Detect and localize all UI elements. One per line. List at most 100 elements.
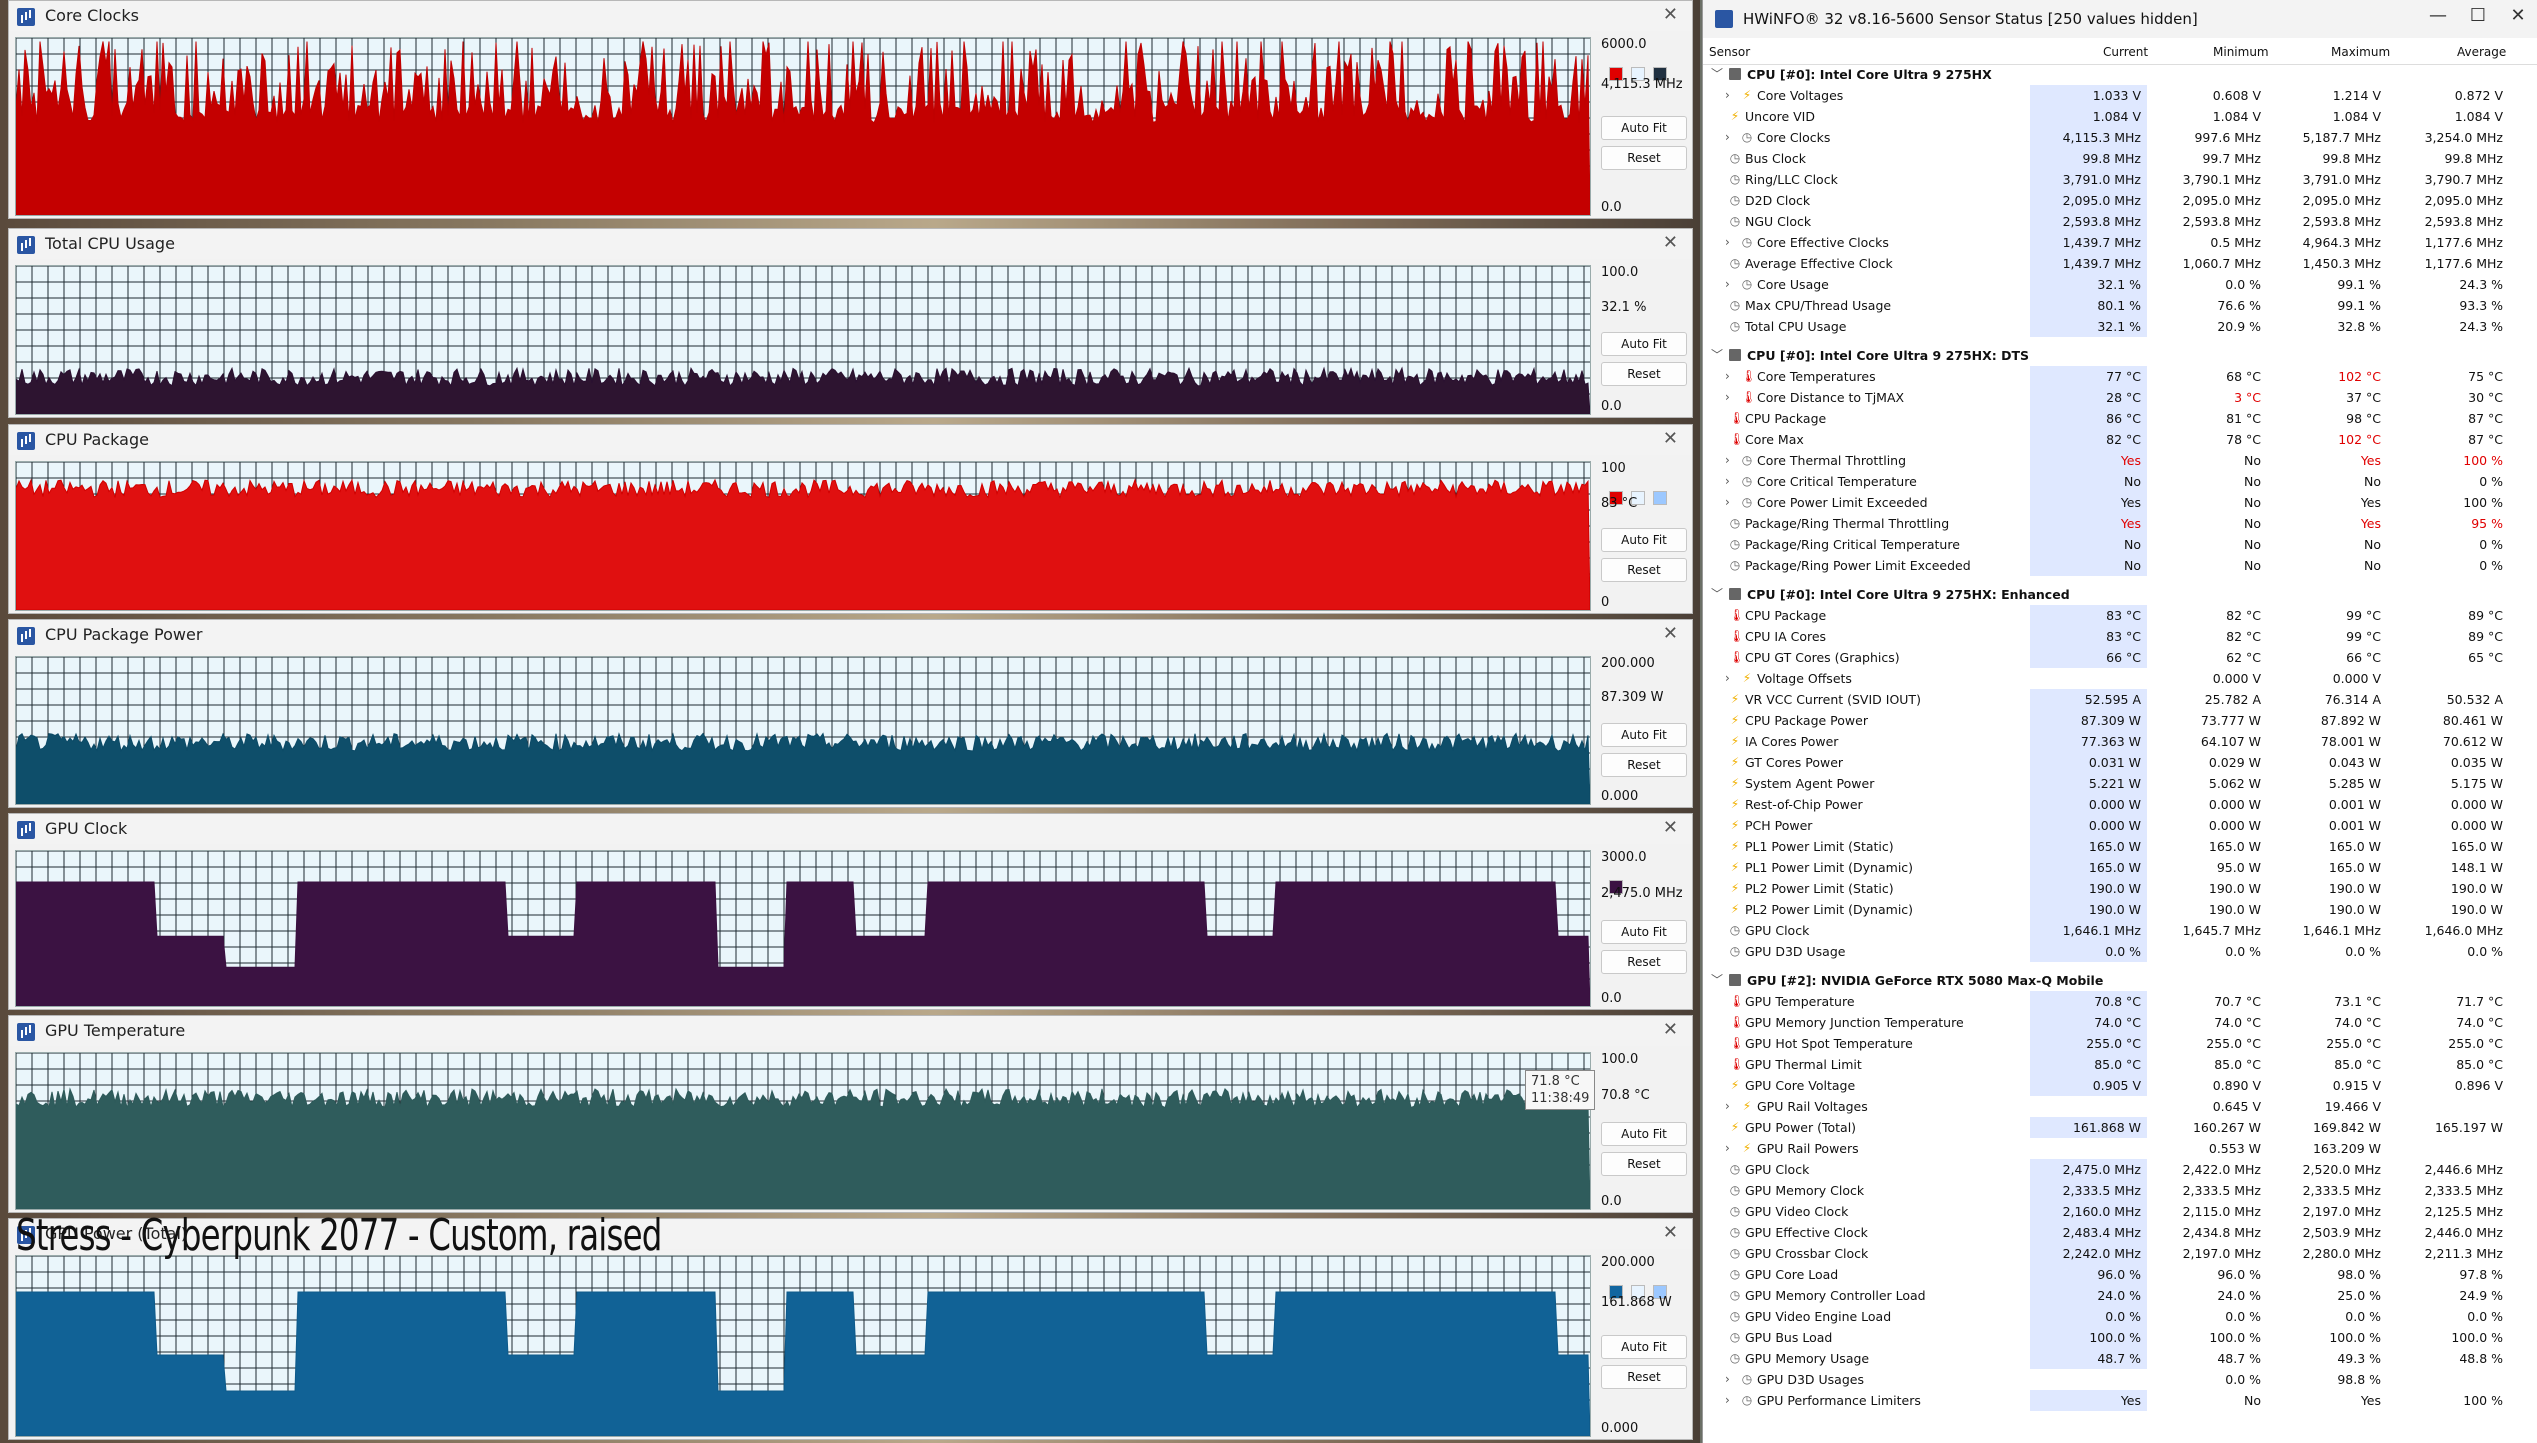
sensor-group-header[interactable]: ﹀ CPU [#0]: Intel Core Ultra 9 275HX <box>1703 64 2537 85</box>
sensor-row[interactable]: › 🌡 Core Distance to TjMAX 28 °C 3 °C 37 °C 30… <box>1703 387 2537 408</box>
sensor-row[interactable]: ⚡ GPU Power (Total) 161.868 W 160.267 W 169.… <box>1703 1117 2537 1138</box>
reset-button[interactable]: Reset <box>1601 1365 1687 1389</box>
color-swatch[interactable] <box>1653 491 1667 505</box>
expand-chevron-icon[interactable]: › <box>1725 1096 1730 1117</box>
sensor-row[interactable]: › ⚡ Voltage Offsets 0.000 V 0.000 V <box>1703 668 2537 689</box>
sensor-row[interactable]: ◷ Ring/LLC Clock 3,791.0 MHz 3,790.1 MHz 3,7… <box>1703 169 2537 190</box>
expand-chevron-icon[interactable]: › <box>1725 274 1730 295</box>
expand-chevron-icon[interactable]: › <box>1725 85 1730 106</box>
sensor-row[interactable]: ⚡ System Agent Power 5.221 W 5.062 W 5.285 W… <box>1703 773 2537 794</box>
sensor-row[interactable]: ◷ GPU Video Clock 2,160.0 MHz 2,115.0 MHz 2,… <box>1703 1201 2537 1222</box>
sensor-row[interactable]: ◷ GPU Clock 2,475.0 MHz 2,422.0 MHz 2,520.0 … <box>1703 1159 2537 1180</box>
sensor-row[interactable]: 🌡 GPU Memory Junction Temperature 74.0 °C 7… <box>1703 1012 2537 1033</box>
auto-fit-button[interactable]: Auto Fit <box>1601 332 1687 357</box>
sensor-row[interactable]: ◷ GPU Crossbar Clock 2,242.0 MHz 2,197.0 MH… <box>1703 1243 2537 1264</box>
close-button[interactable]: ✕ <box>2498 5 2537 26</box>
sensor-row[interactable]: ⚡ PL2 Power Limit (Dynamic) 190.0 W 190.0 W… <box>1703 899 2537 920</box>
reset-button[interactable]: Reset <box>1601 145 1687 170</box>
sensor-row[interactable]: ◷ Average Effective Clock 1,439.7 MHz 1,060… <box>1703 253 2537 274</box>
sensor-row[interactable]: 🌡 CPU IA Cores 83 °C 82 °C 99 °C 89 °C <box>1703 626 2537 647</box>
col-minimum[interactable]: Minimum <box>2213 45 2269 59</box>
close-icon[interactable]: ✕ <box>1663 1222 1678 1243</box>
expand-chevron-icon[interactable]: › <box>1725 232 1730 253</box>
auto-fit-button[interactable]: Auto Fit <box>1601 1122 1687 1147</box>
reset-button[interactable]: Reset <box>1601 1152 1687 1177</box>
sensor-row[interactable]: › ⚡ GPU Rail Powers 0.553 W 163.209 W <box>1703 1138 2537 1159</box>
close-icon[interactable]: ✕ <box>1663 1019 1678 1040</box>
sensor-row[interactable]: ◷ GPU Memory Controller Load 24.0 % 24.0 % 2… <box>1703 1285 2537 1306</box>
close-icon[interactable]: ✕ <box>1663 4 1678 25</box>
sensor-group-header[interactable]: ﹀ CPU [#0]: Intel Core Ultra 9 275HX: Enh… <box>1703 584 2537 605</box>
expand-chevron-icon[interactable]: › <box>1725 1390 1730 1411</box>
close-icon[interactable]: ✕ <box>1663 623 1678 644</box>
sensor-row[interactable]: ◷ Bus Clock 99.8 MHz 99.7 MHz 99.8 MHz 99.8 M… <box>1703 148 2537 169</box>
auto-fit-button[interactable]: Auto Fit <box>1601 722 1687 747</box>
sensor-row[interactable]: › ◷ Core Clocks 4,115.3 MHz 997.6 MHz 5,187.7… <box>1703 127 2537 148</box>
sensor-row[interactable]: ◷ Max CPU/Thread Usage 80.1 % 76.6 % 99.1 % 9… <box>1703 295 2537 316</box>
sensor-row[interactable]: ◷ GPU Memory Clock 2,333.5 MHz 2,333.5 MHz 2… <box>1703 1180 2537 1201</box>
col-average[interactable]: Average <box>2457 45 2506 59</box>
sensor-row[interactable]: ⚡ GT Cores Power 0.031 W 0.029 W 0.043 W 0.03… <box>1703 752 2537 773</box>
sensor-row[interactable]: ◷ Total CPU Usage 32.1 % 20.9 % 32.8 % 24.3 % <box>1703 316 2537 337</box>
sensor-row[interactable]: ◷ GPU Memory Usage 48.7 % 48.7 % 49.3 % 48.8 … <box>1703 1348 2537 1369</box>
sensor-row[interactable]: › ◷ Core Critical Temperature No No No 0 % <box>1703 471 2537 492</box>
auto-fit-button[interactable]: Auto Fit <box>1601 115 1687 140</box>
expand-chevron-icon[interactable]: › <box>1725 366 1730 387</box>
close-icon[interactable]: ✕ <box>1663 232 1678 253</box>
sensor-row[interactable]: › ◷ Core Usage 32.1 % 0.0 % 99.1 % 24.3 % <box>1703 274 2537 295</box>
sensor-row[interactable]: › ⚡ GPU Rail Voltages 0.645 V 19.466 V <box>1703 1096 2537 1117</box>
sensor-row[interactable]: › 🌡 Core Temperatures 77 °C 68 °C 102 °C 75 °C <box>1703 366 2537 387</box>
reset-button[interactable]: Reset <box>1601 558 1687 583</box>
collapse-chevron-icon[interactable]: ﹀ <box>1711 64 1723 85</box>
sensor-row[interactable]: ⚡ Rest-of-Chip Power 0.000 W 0.000 W 0.001 W… <box>1703 794 2537 815</box>
expand-chevron-icon[interactable]: › <box>1725 387 1730 408</box>
sensor-row[interactable]: 🌡 Core Max 82 °C 78 °C 102 °C 87 °C <box>1703 429 2537 450</box>
sensor-row[interactable]: ⚡ PL1 Power Limit (Dynamic) 165.0 W 95.0 W 1… <box>1703 857 2537 878</box>
close-icon[interactable]: ✕ <box>1663 428 1678 449</box>
sensor-group-header[interactable]: ﹀ CPU [#0]: Intel Core Ultra 9 275HX: DTS <box>1703 345 2537 366</box>
expand-chevron-icon[interactable]: › <box>1725 471 1730 492</box>
sensor-row[interactable]: › ◷ Core Power Limit Exceeded Yes No Yes 100 % <box>1703 492 2537 513</box>
col-current[interactable]: Current <box>2103 45 2148 59</box>
col-maximum[interactable]: Maximum <box>2331 45 2390 59</box>
sensor-row[interactable]: ◷ GPU Video Engine Load 0.0 % 0.0 % 0.0 % 0.0… <box>1703 1306 2537 1327</box>
sensor-row[interactable]: ⚡ GPU Core Voltage 0.905 V 0.890 V 0.915 V 0.… <box>1703 1075 2537 1096</box>
expand-chevron-icon[interactable]: › <box>1725 127 1730 148</box>
sensor-row[interactable]: 🌡 GPU Thermal Limit 85.0 °C 85.0 °C 85.0 °C 8… <box>1703 1054 2537 1075</box>
expand-chevron-icon[interactable]: › <box>1725 492 1730 513</box>
collapse-chevron-icon[interactable]: ﹀ <box>1711 584 1723 605</box>
collapse-chevron-icon[interactable]: ﹀ <box>1711 345 1723 366</box>
sensor-row[interactable]: › ◷ GPU Performance Limiters Yes No Yes 100 % <box>1703 1390 2537 1411</box>
col-sensor[interactable]: Sensor <box>1709 45 1750 59</box>
expand-chevron-icon[interactable]: › <box>1725 450 1730 471</box>
sensor-row[interactable]: ◷ GPU Core Load 96.0 % 96.0 % 98.0 % 97.8 % <box>1703 1264 2537 1285</box>
sensor-row[interactable]: 🌡 CPU Package 86 °C 81 °C 98 °C 87 °C <box>1703 408 2537 429</box>
sensor-row[interactable]: ◷ NGU Clock 2,593.8 MHz 2,593.8 MHz 2,593.8 … <box>1703 211 2537 232</box>
sensor-row[interactable]: ◷ D2D Clock 2,095.0 MHz 2,095.0 MHz 2,095.0 … <box>1703 190 2537 211</box>
auto-fit-button[interactable]: Auto Fit <box>1601 528 1687 553</box>
expand-chevron-icon[interactable]: › <box>1725 668 1730 689</box>
sensor-row[interactable]: 🌡 CPU Package 83 °C 82 °C 99 °C 89 °C <box>1703 605 2537 626</box>
sensor-row[interactable]: ⚡ PL1 Power Limit (Static) 165.0 W 165.0 W 1… <box>1703 836 2537 857</box>
sensor-row[interactable]: ⚡ CPU Package Power 87.309 W 73.777 W 87.892… <box>1703 710 2537 731</box>
minimize-button[interactable]: — <box>2418 5 2458 26</box>
sensor-row[interactable]: › ◷ GPU D3D Usages 0.0 % 98.8 % <box>1703 1369 2537 1390</box>
sensor-row[interactable]: › ◷ Core Effective Clocks 1,439.7 MHz 0.5 MH… <box>1703 232 2537 253</box>
sensor-row[interactable]: 🌡 CPU GT Cores (Graphics) 66 °C 62 °C 66 °C 6… <box>1703 647 2537 668</box>
sensor-row[interactable]: ⚡ PL2 Power Limit (Static) 190.0 W 190.0 W 1… <box>1703 878 2537 899</box>
sensor-row[interactable]: ⚡ PCH Power 0.000 W 0.000 W 0.001 W 0.000 W <box>1703 815 2537 836</box>
maximize-button[interactable]: ☐ <box>2458 5 2498 26</box>
reset-button[interactable]: Reset <box>1601 752 1687 777</box>
sensor-row[interactable]: ⚡ VR VCC Current (SVID IOUT) 52.595 A 25.78… <box>1703 689 2537 710</box>
sensor-row[interactable]: ◷ GPU D3D Usage 0.0 % 0.0 % 0.0 % 0.0 % <box>1703 941 2537 962</box>
sensor-group-header[interactable]: ﹀ GPU [#2]: NVIDIA GeForce RTX 5080 Max-Q… <box>1703 970 2537 991</box>
expand-chevron-icon[interactable]: › <box>1725 1138 1730 1159</box>
sensor-row[interactable]: 🌡 GPU Hot Spot Temperature 255.0 °C 255.0 °… <box>1703 1033 2537 1054</box>
collapse-chevron-icon[interactable]: ﹀ <box>1711 970 1723 991</box>
sensor-row[interactable]: › ⚡ Core Voltages 1.033 V 0.608 V 1.214 V 0.87… <box>1703 85 2537 106</box>
sensor-row[interactable]: ◷ GPU Effective Clock 2,483.4 MHz 2,434.8 M… <box>1703 1222 2537 1243</box>
auto-fit-button[interactable]: Auto Fit <box>1601 1335 1687 1359</box>
auto-fit-button[interactable]: Auto Fit <box>1601 920 1687 944</box>
sensor-row[interactable]: ◷ GPU Bus Load 100.0 % 100.0 % 100.0 % 100.0 … <box>1703 1327 2537 1348</box>
sensor-row[interactable]: › ◷ Core Thermal Throttling Yes No Yes 100 % <box>1703 450 2537 471</box>
